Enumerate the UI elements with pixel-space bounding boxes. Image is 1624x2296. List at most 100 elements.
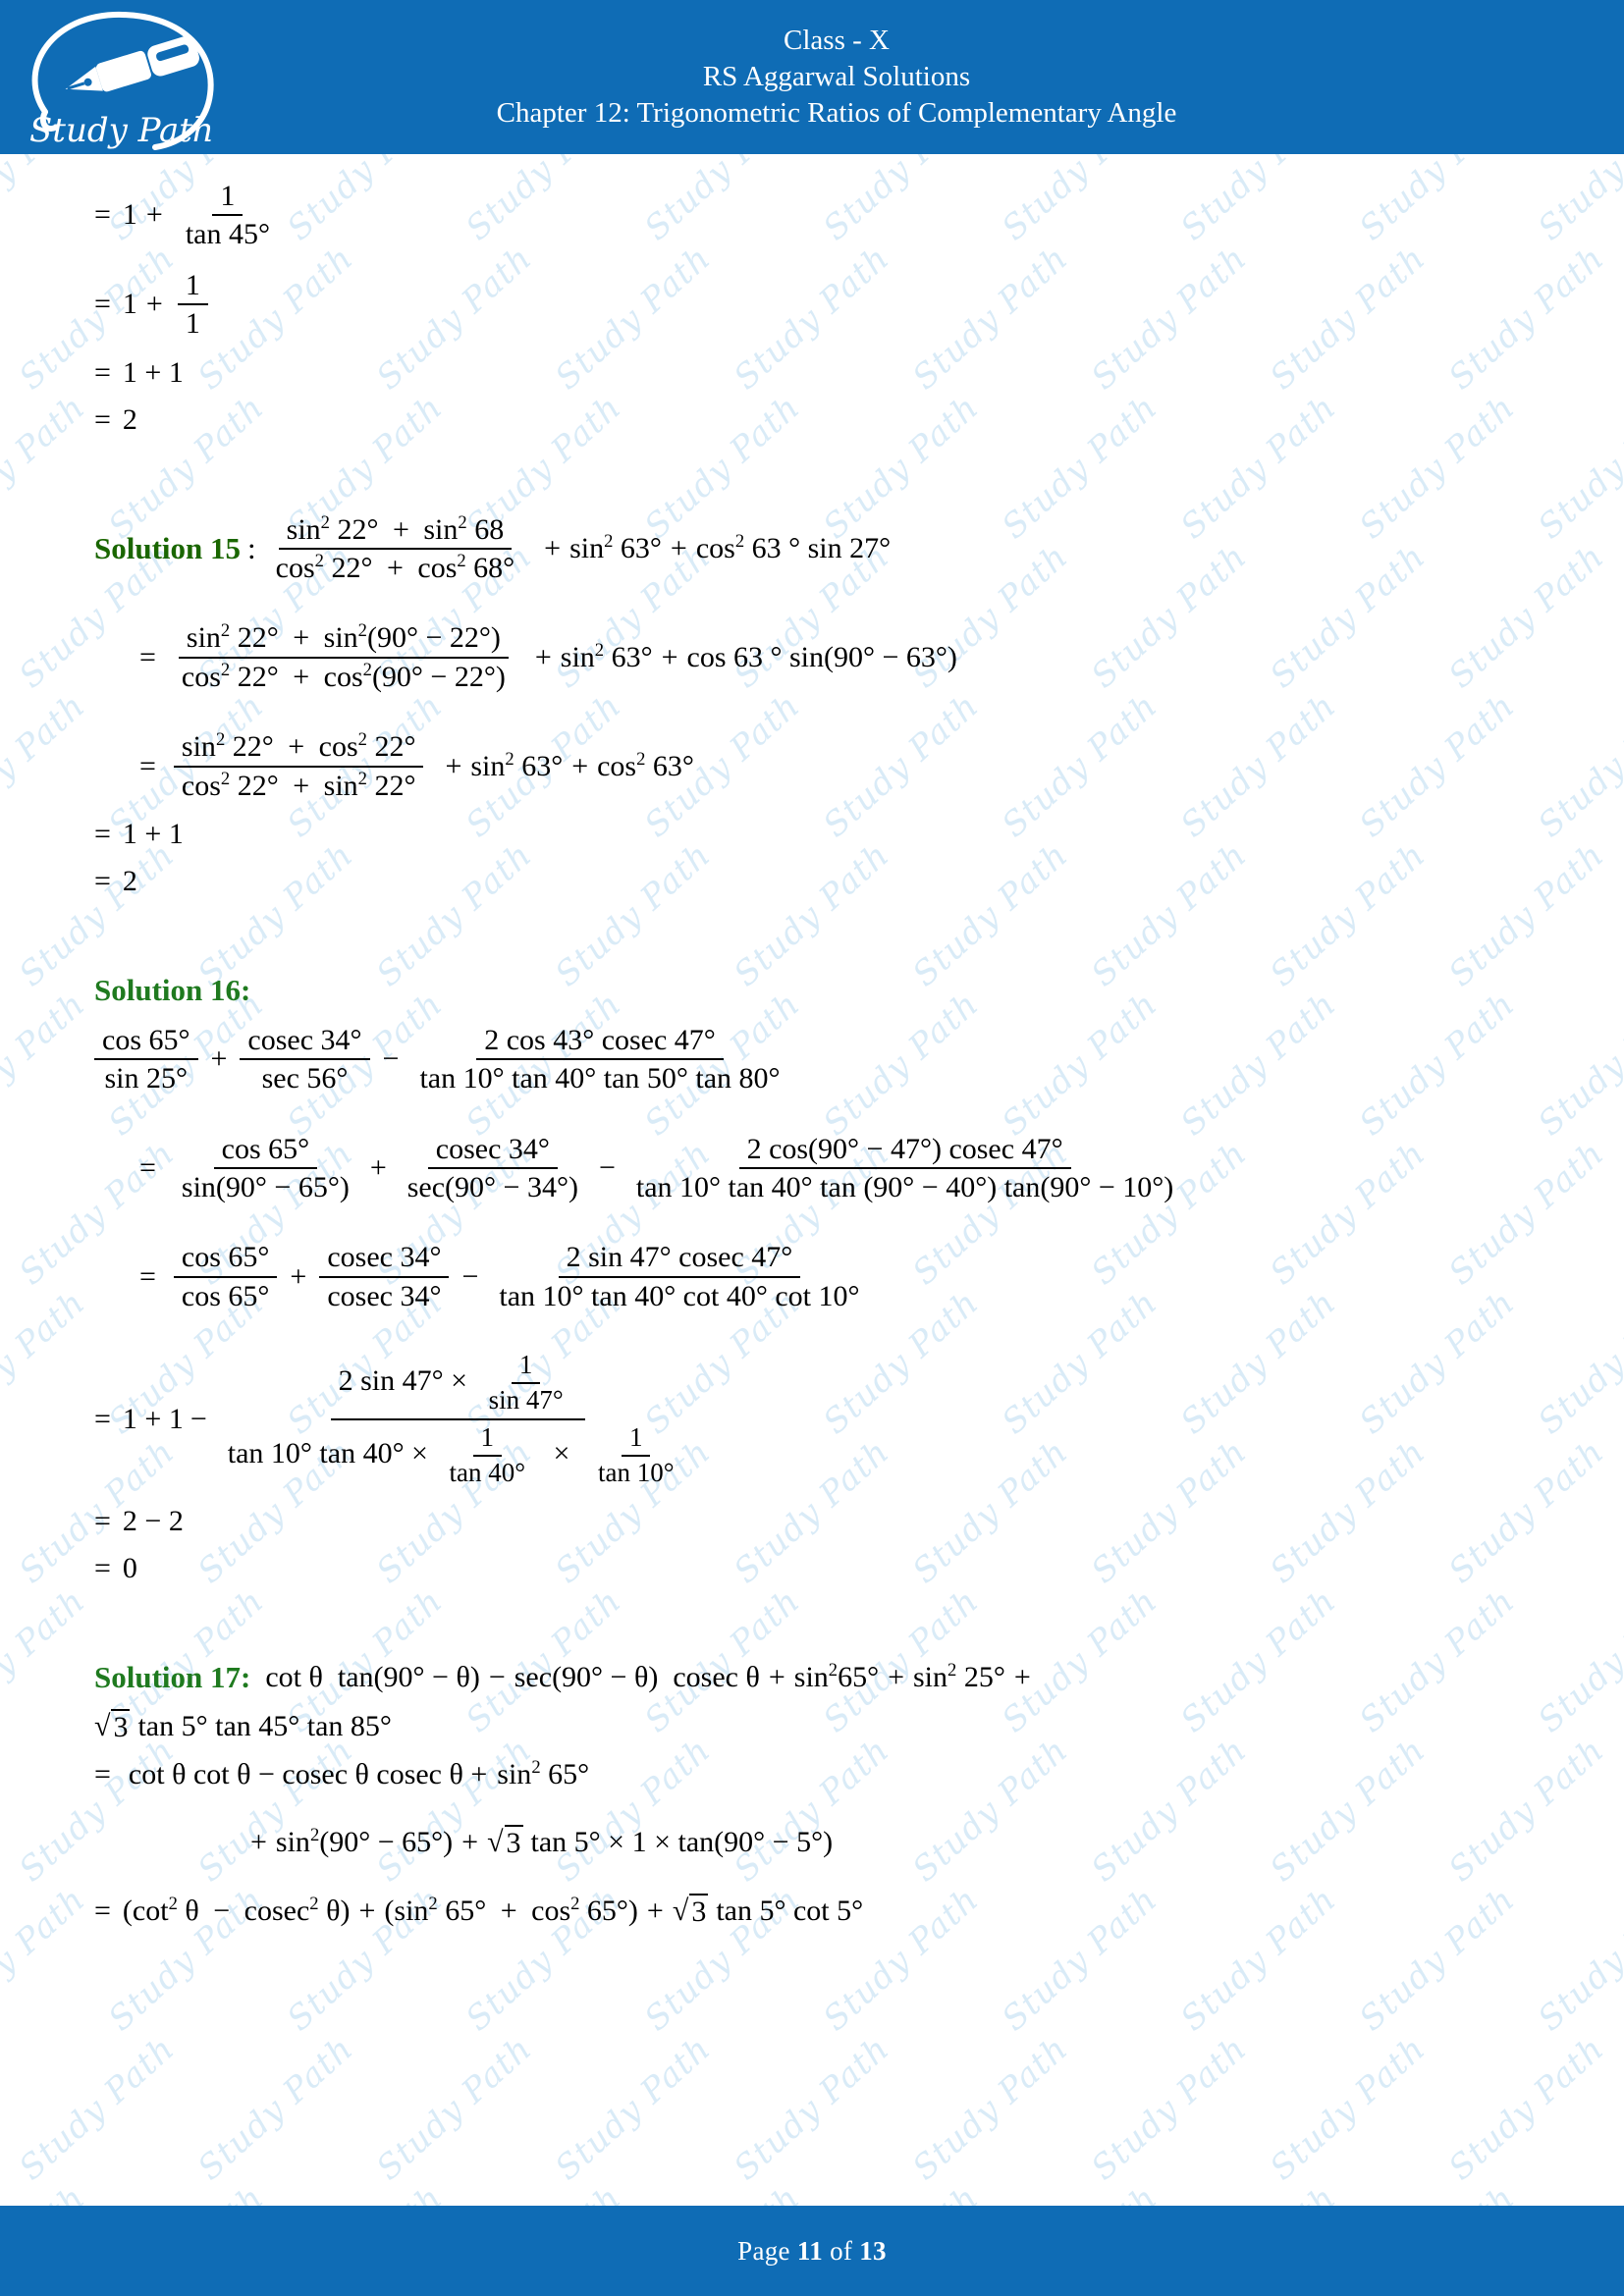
term: tan 5° cot 5° <box>716 1894 864 1927</box>
footer-total-pages: 13 <box>859 2235 887 2266</box>
term: tan 5° × 1 × tan(90° − 5°) <box>530 1825 834 1858</box>
plus-sign: + <box>500 1894 517 1927</box>
variable: θ <box>326 1894 341 1927</box>
trig-function: sin <box>793 1660 829 1693</box>
trig-function: sin <box>807 531 842 564</box>
degree-symbol: ° <box>770 640 783 673</box>
fraction: 1 tan 10° <box>590 1421 682 1490</box>
fraction: cos 65° sin 25° <box>94 1022 198 1097</box>
plus-sign: + <box>646 1894 664 1927</box>
trig-function: sin <box>394 1894 429 1927</box>
trig-function: cos <box>531 1894 571 1927</box>
trig-function: sin <box>181 730 216 764</box>
fraction-denominator: 1 <box>185 307 200 341</box>
exponent: 2 <box>168 1893 178 1914</box>
group-2: (sin2 65° + cos2 65°) <box>384 1895 638 1928</box>
plus-sign: + <box>288 730 305 764</box>
exponent: 2 <box>362 659 372 680</box>
trig-function: sin <box>560 640 595 673</box>
exponent: 2 <box>220 768 231 789</box>
trig-function: sec <box>261 1062 299 1095</box>
angle: 63 <box>733 640 763 673</box>
angle: (90° − 22°) <box>371 660 506 693</box>
multiply-sign: × <box>553 1436 570 1469</box>
plus-sign: + <box>445 749 462 782</box>
fraction-numerator: sin2 22° + sin2 68 <box>278 511 513 550</box>
exponent: 2 <box>594 639 605 661</box>
fraction-denominator: cos2 22° + cos2 68° <box>268 550 523 586</box>
exponent: 2 <box>570 1893 580 1914</box>
exponent: 2 <box>636 748 646 770</box>
trig-function: sin <box>186 621 221 655</box>
fraction: cos 65° sin(90° − 65°) <box>174 1131 357 1206</box>
fraction-denominator: tan 10° tan 40° × 1 tan 40° × 1 tan 10° <box>220 1420 696 1491</box>
trig-function: cos <box>318 730 358 764</box>
fraction: 2 cos(90° − 47°) cosec 47° tan 10° tan 4… <box>628 1131 1181 1206</box>
equals-sign: = <box>94 864 111 897</box>
header-book-line: RS Aggarwal Solutions <box>702 60 971 92</box>
equals-sign: = <box>139 1151 156 1185</box>
equals-sign: = <box>94 355 111 389</box>
fraction-numerator: 1 <box>472 1421 502 1457</box>
exponent: 2 <box>604 530 614 552</box>
term: 2 sin 47° × <box>338 1364 468 1397</box>
angle: 22° <box>237 769 279 802</box>
page-footer: Page 11 of 13 <box>0 2206 1624 2296</box>
variable: θ <box>308 1660 323 1693</box>
fraction: 1 tan 45° <box>178 178 278 253</box>
trig-function: cos <box>275 551 315 584</box>
close-paren: ) <box>340 1894 351 1927</box>
math-line-continued-3: = 1 + 1 <box>94 356 1536 390</box>
equals-sign: = <box>94 402 111 436</box>
solution-17-line-5: = (cot2 θ − cosec2 θ) + (sin2 65° + cos2… <box>94 1893 1536 1929</box>
fraction: 2 cos 43° cosec 47° tan 10° tan 40° tan … <box>411 1022 787 1097</box>
label-colon: : <box>247 530 256 565</box>
solution-15-line-5: = 2 <box>94 865 1536 898</box>
equals-sign: = <box>139 1259 156 1293</box>
solution-17-label: Solution 17: <box>94 1659 251 1694</box>
fraction-denominator: sec(90° − 34°) <box>406 1171 578 1204</box>
trig-function: cos <box>695 531 735 564</box>
term: sin2 63° <box>561 641 653 674</box>
equals-sign: = <box>94 1402 111 1435</box>
angle: 25° <box>146 1062 188 1095</box>
plus-sign: + <box>661 640 678 673</box>
study-path-logo-icon: Study Path <box>29 11 214 150</box>
angle: 65° <box>586 1894 628 1927</box>
fraction: 1 tan 40° <box>441 1421 533 1490</box>
plus-sign: + <box>534 640 552 673</box>
term: sec(90° − θ) cosec θ <box>514 1661 760 1694</box>
plus-sign: + <box>1013 1660 1031 1693</box>
fraction: 1 sin 47° <box>481 1349 571 1417</box>
square-root-symbol: √ <box>672 1894 689 1927</box>
footer-middle: of <box>823 2235 860 2266</box>
header-title-block: Class - X RS Aggarwal Solutions Chapter … <box>245 23 1624 132</box>
angle: 68° <box>473 551 515 584</box>
square-root-symbol: √ <box>94 1709 111 1742</box>
term: cot θ tan(90° − θ) <box>265 1661 479 1694</box>
angle: 63° <box>521 749 564 782</box>
term: 1 <box>122 288 137 321</box>
open-paren: ( <box>122 1894 133 1927</box>
term: sin2 63° <box>569 532 662 565</box>
trig-function: cot <box>132 1894 169 1927</box>
fraction-numerator: cosec 34° <box>427 1131 558 1170</box>
minus-sign: − <box>382 1042 400 1076</box>
fraction-denominator: cosec 34° <box>327 1279 442 1312</box>
equals-sign: = <box>94 1504 111 1537</box>
angle: 63° <box>611 640 653 673</box>
exponent: 2 <box>734 530 745 552</box>
fraction-numerator: 1 <box>511 1349 541 1385</box>
term: cos 63 ° sin(90° − 63°) <box>687 641 957 674</box>
exponent: 2 <box>947 1659 957 1681</box>
term: sin2 25° <box>913 1661 1005 1694</box>
angle: 65° <box>838 1660 880 1693</box>
